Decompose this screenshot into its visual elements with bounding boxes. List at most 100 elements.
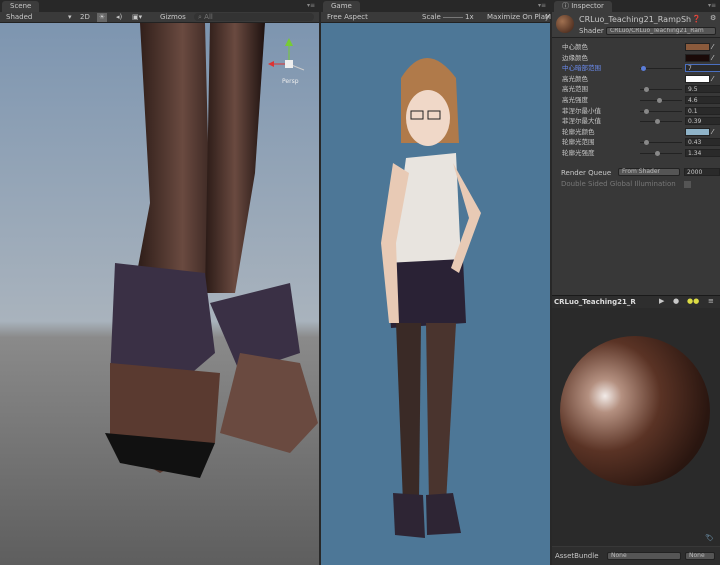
property-slider[interactable] — [640, 87, 682, 93]
game-character — [381, 58, 481, 538]
slider-knob[interactable] — [643, 87, 649, 93]
more-toggle[interactable]: M — [545, 13, 551, 22]
assetbundle-label: AssetBundle — [555, 552, 599, 560]
property-value-field[interactable]: 0.39 — [685, 117, 720, 126]
tab-inspector[interactable]: ⓘ Inspector — [554, 1, 612, 12]
gizmos-dropdown[interactable]: Gizmos — [160, 13, 186, 22]
property-label: 高光范围 — [562, 85, 588, 94]
property-row: 边缘颜色 ⁄ — [560, 53, 716, 63]
assetbundle-row: AssetBundle None None — [552, 547, 720, 565]
tab-game[interactable]: Game — [323, 1, 360, 12]
assetbundle-name-dropdown[interactable]: None — [607, 552, 681, 560]
game-panel: Game ▾≡ Free Aspect Scale 1x Maximize On … — [321, 0, 551, 565]
help-icon[interactable]: ❓ — [692, 15, 701, 23]
scene-panel: Scene ▾≡ Shaded ▾ 2D ☀ ◂) ▣▾ Gizmos ⌕ All… — [0, 0, 319, 565]
panel-menu-icon[interactable]: ▾≡ — [538, 2, 546, 9]
panel-menu-icon[interactable]: ▾≡ — [708, 2, 716, 9]
property-label: 轮廓光颜色 — [562, 127, 595, 136]
eyedropper-icon[interactable]: ⁄ — [712, 74, 713, 84]
property-value-field[interactable]: 0.43 — [685, 138, 720, 147]
property-label: 高光颜色 — [562, 74, 588, 83]
light-icon[interactable]: ●● — [687, 297, 699, 305]
slider-knob[interactable] — [643, 140, 649, 146]
render-queue-dropdown[interactable]: From Shader — [618, 168, 680, 176]
property-slider[interactable] — [640, 66, 682, 72]
property-row: 轮廓光范围 0.43 — [560, 137, 720, 147]
gi-label: Double Sided Global Illumination — [561, 180, 676, 188]
sphere-icon[interactable]: ● — [673, 297, 679, 305]
slider-knob[interactable] — [643, 108, 649, 114]
search-input[interactable]: ⌕ All — [194, 13, 314, 21]
property-label: 菲涅尔最小值 — [562, 106, 601, 115]
material-properties: 中心颜色 ⁄ 边缘颜色 ⁄ 中心暗部范围 7 高光颜色 ⁄ 高光范围 9.5 高光强度 4.6 菲涅尔最… — [552, 38, 720, 173]
property-value-field[interactable]: 4.6 — [685, 96, 720, 104]
tab-scene[interactable]: Scene — [2, 1, 40, 12]
render-queue-label: Render Queue — [561, 169, 612, 177]
property-row: 高光范围 9.5 — [560, 84, 720, 94]
scene-model-legs — [105, 23, 318, 478]
eyedropper-icon[interactable]: ⁄ — [712, 53, 713, 63]
property-label: 中心颜色 — [562, 43, 588, 51]
preview-toolbar: CRLuo_Teaching21_R ▶ ● ●● ≡ — [552, 295, 720, 308]
shading-dropdown[interactable]: Shaded — [6, 13, 68, 22]
eyedropper-icon[interactable]: ⁄ — [712, 42, 713, 52]
property-slider[interactable] — [640, 140, 682, 146]
color-swatch[interactable] — [685, 43, 710, 51]
property-label: 菲涅尔最大值 — [562, 117, 601, 126]
property-row: 轮廓光颜色 ⁄ — [560, 127, 716, 137]
color-swatch[interactable] — [685, 74, 710, 83]
inspector-panel: ⓘ Inspector ▾≡ CRLuo_Teaching21_RampSh ❓ … — [552, 0, 720, 565]
property-value-field[interactable]: 1.34 — [685, 149, 720, 157]
settings-icon[interactable]: ⚙ — [710, 14, 716, 22]
dropdown-arrow-icon: ▾ — [68, 13, 72, 21]
color-swatch[interactable] — [685, 53, 710, 62]
property-row: 高光颜色 ⁄ — [560, 74, 716, 84]
slider-knob[interactable] — [654, 119, 660, 125]
tag-icon[interactable]: 🏷 — [705, 534, 714, 542]
scale-label: Scale — [422, 13, 441, 21]
slider-knob[interactable] — [655, 151, 661, 156]
property-value-field[interactable]: 9.5 — [685, 85, 720, 94]
play-icon[interactable]: ▶ — [659, 297, 664, 305]
aspect-dropdown[interactable]: Free Aspect — [327, 13, 368, 22]
property-label: 高光强度 — [562, 96, 588, 104]
toggle-2d[interactable]: 2D — [80, 13, 90, 22]
scene-viewport[interactable]: Persp — [0, 23, 319, 565]
maximize-on-play-toggle[interactable]: Maximize On Play — [487, 13, 549, 22]
info-icon: ⓘ — [562, 2, 572, 10]
material-preview[interactable]: 🏷 — [552, 308, 720, 546]
assetbundle-variant-dropdown[interactable]: None — [685, 552, 715, 560]
scale-slider[interactable] — [443, 17, 463, 18]
property-slider[interactable] — [640, 98, 682, 103]
color-swatch[interactable] — [685, 127, 710, 136]
shader-dropdown[interactable]: CRLuo/CRLuo_Teaching21_Ram — [606, 27, 716, 35]
slider-knob[interactable] — [657, 98, 663, 103]
shader-label: Shader — [579, 27, 604, 35]
property-slider[interactable] — [640, 119, 682, 125]
property-row: 中心暗部范围 7 — [560, 63, 720, 73]
render-queue-value[interactable]: 2000 — [684, 168, 720, 176]
preview-title: CRLuo_Teaching21_R — [554, 298, 636, 306]
gi-checkbox[interactable] — [684, 181, 691, 188]
property-value-field[interactable]: 0.1 — [685, 106, 720, 115]
lighting-toggle-icon[interactable]: ☀ — [97, 13, 107, 22]
property-row: 高光强度 4.6 — [560, 95, 720, 105]
panel-menu-icon[interactable]: ▾≡ — [307, 2, 315, 9]
property-value-field[interactable]: 7 — [685, 64, 720, 73]
effects-toggle-icon[interactable]: ▣▾ — [132, 13, 142, 22]
property-label: 中心暗部范围 — [562, 64, 601, 73]
game-viewport — [321, 23, 550, 565]
property-label: 轮廓光强度 — [562, 149, 595, 157]
eyedropper-icon[interactable]: ⁄ — [712, 127, 713, 137]
scale-value: 1x — [465, 13, 474, 21]
property-slider[interactable] — [640, 108, 682, 114]
property-slider[interactable] — [640, 151, 682, 156]
audio-toggle-icon[interactable]: ◂) — [116, 13, 122, 22]
scene-orientation-gizmo[interactable] — [268, 36, 310, 76]
property-row: 菲涅尔最小值 0.1 — [560, 106, 720, 116]
material-name: CRLuo_Teaching21_RampSh — [579, 15, 691, 24]
preview-menu-icon[interactable]: ≡ — [708, 297, 714, 305]
property-row: 中心颜色 ⁄ — [560, 42, 716, 52]
slider-knob[interactable] — [640, 66, 646, 72]
persp-label: Persp — [282, 78, 299, 85]
